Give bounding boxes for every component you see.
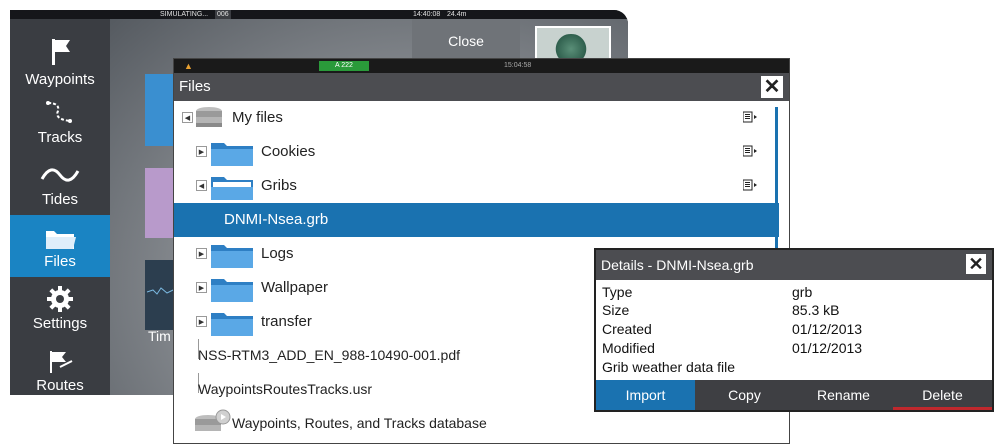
gps-status: 006 xyxy=(215,10,231,19)
sidebar-item-routes[interactable]: Routes xyxy=(10,339,110,395)
tree-item-label: Logs xyxy=(261,245,294,262)
context-menu-icon[interactable] xyxy=(743,111,757,123)
folder-icon xyxy=(211,279,253,302)
sidebar-item-label: Routes xyxy=(36,377,84,394)
gear-icon xyxy=(47,286,73,312)
collapse-toggle[interactable]: ◀ xyxy=(182,112,193,123)
storage-icon xyxy=(196,107,222,127)
sidebar-item-tracks[interactable]: Tracks xyxy=(10,91,110,153)
detail-value: grb xyxy=(792,284,813,300)
dialog-titlebar: Files ✕ xyxy=(174,73,789,101)
expand-toggle[interactable]: ▶ xyxy=(196,248,207,259)
sidebar-item-files[interactable]: Files xyxy=(10,215,110,277)
sidebar-item-settings[interactable]: Settings xyxy=(10,277,110,339)
track-icon xyxy=(46,101,72,123)
context-menu-icon[interactable] xyxy=(743,179,757,191)
expand-toggle[interactable]: ▶ xyxy=(196,316,207,327)
sidebar: Waypoints Tracks Tides Files Settings Ro… xyxy=(10,19,110,395)
folder-icon xyxy=(211,313,253,336)
context-menu-icon[interactable] xyxy=(743,145,757,157)
tree-item-label: Gribs xyxy=(261,177,297,194)
details-dialog: Details - DNMI-Nsea.grb ✕ Type grb Size … xyxy=(594,248,994,412)
sidebar-item-label: Tides xyxy=(41,191,79,208)
delete-button[interactable]: Delete xyxy=(893,380,992,410)
expand-toggle[interactable]: ▶ xyxy=(196,282,207,293)
depth-readout: 24.4m xyxy=(447,11,467,18)
dialog-titlebar: Details - DNMI-Nsea.grb ✕ xyxy=(596,250,992,280)
warning-icon: ▲ xyxy=(184,61,193,71)
tree-item-label: Waypoints, Routes, and Tracks database xyxy=(232,415,487,431)
close-button[interactable]: ✕ xyxy=(966,254,986,274)
timeplot-app-label: Tim xyxy=(148,328,171,344)
detail-value: 85.3 kB xyxy=(792,302,840,318)
sidebar-item-label: Tracks xyxy=(37,129,83,146)
clock: 15:04:58 xyxy=(504,62,532,69)
tree-item-dnmi-nsea-grb[interactable]: DNMI-Nsea.grb xyxy=(174,203,779,237)
expand-toggle[interactable]: ▶ xyxy=(196,146,207,157)
close-button[interactable]: ✕ xyxy=(761,76,783,98)
flag-icon xyxy=(52,39,70,65)
sidebar-item-label: Settings xyxy=(32,315,88,332)
clock: 14:40:08 xyxy=(413,11,441,18)
tree-item-label: transfer xyxy=(261,313,312,330)
action-bar: Import Copy Rename Delete xyxy=(596,380,992,410)
copy-button[interactable]: Copy xyxy=(695,380,794,410)
detail-key: Grib weather data file xyxy=(602,359,736,375)
database-icon xyxy=(195,409,231,431)
sidebar-item-label: Files xyxy=(44,253,76,270)
folder-icon xyxy=(211,143,253,166)
tree-item-label: NSS-RTM3_ADD_EN_988-10490-001.pdf xyxy=(198,347,460,363)
dialog-title: Details - DNMI-Nsea.grb xyxy=(601,257,754,273)
tree-item-label: WaypointsRoutesTracks.usr xyxy=(198,381,373,397)
detail-key: Modified xyxy=(602,340,655,356)
rename-button[interactable]: Rename xyxy=(794,380,893,410)
dialog-title: Files xyxy=(179,78,211,95)
sidebar-item-tides[interactable]: Tides xyxy=(10,153,110,215)
collapse-toggle[interactable]: ◀ xyxy=(196,180,207,191)
folder-icon xyxy=(211,245,253,268)
route-icon xyxy=(50,351,73,373)
wave-icon xyxy=(40,168,80,182)
detail-key: Created xyxy=(602,321,652,337)
tree-item-my-files[interactable]: ◀ My files xyxy=(174,101,779,135)
open-folder-icon xyxy=(211,177,253,200)
tree-item-label: Wallpaper xyxy=(261,279,328,296)
detail-value: 01/12/2013 xyxy=(792,321,863,337)
sidebar-item-waypoints[interactable]: Waypoints xyxy=(10,29,110,91)
tree-item-label: My files xyxy=(232,109,283,126)
tree-item-gribs[interactable]: ◀ Gribs xyxy=(174,169,779,203)
sim-status: SIMULATING... xyxy=(160,11,209,18)
status-bar: ▲ A 222 15:04:58 xyxy=(174,59,789,73)
tree-item-cookies[interactable]: ▶ Cookies xyxy=(174,135,779,169)
detail-key: Size xyxy=(602,302,630,318)
status-bar: SIMULATING... 006 14:40:08 24.4m xyxy=(10,10,628,19)
detail-key: Type xyxy=(602,284,633,300)
tree-item-label: Cookies xyxy=(261,143,316,160)
sidebar-item-label: Waypoints xyxy=(25,71,95,88)
tree-item-label: DNMI-Nsea.grb xyxy=(224,211,329,228)
detail-value: 01/12/2013 xyxy=(792,340,863,356)
tree-item-database[interactable]: Waypoints, Routes, and Tracks database xyxy=(174,407,779,441)
folder-icon xyxy=(46,231,76,249)
close-button[interactable]: Close xyxy=(412,19,520,59)
import-button[interactable]: Import xyxy=(596,380,695,410)
gps-status: A 222 xyxy=(319,61,369,71)
